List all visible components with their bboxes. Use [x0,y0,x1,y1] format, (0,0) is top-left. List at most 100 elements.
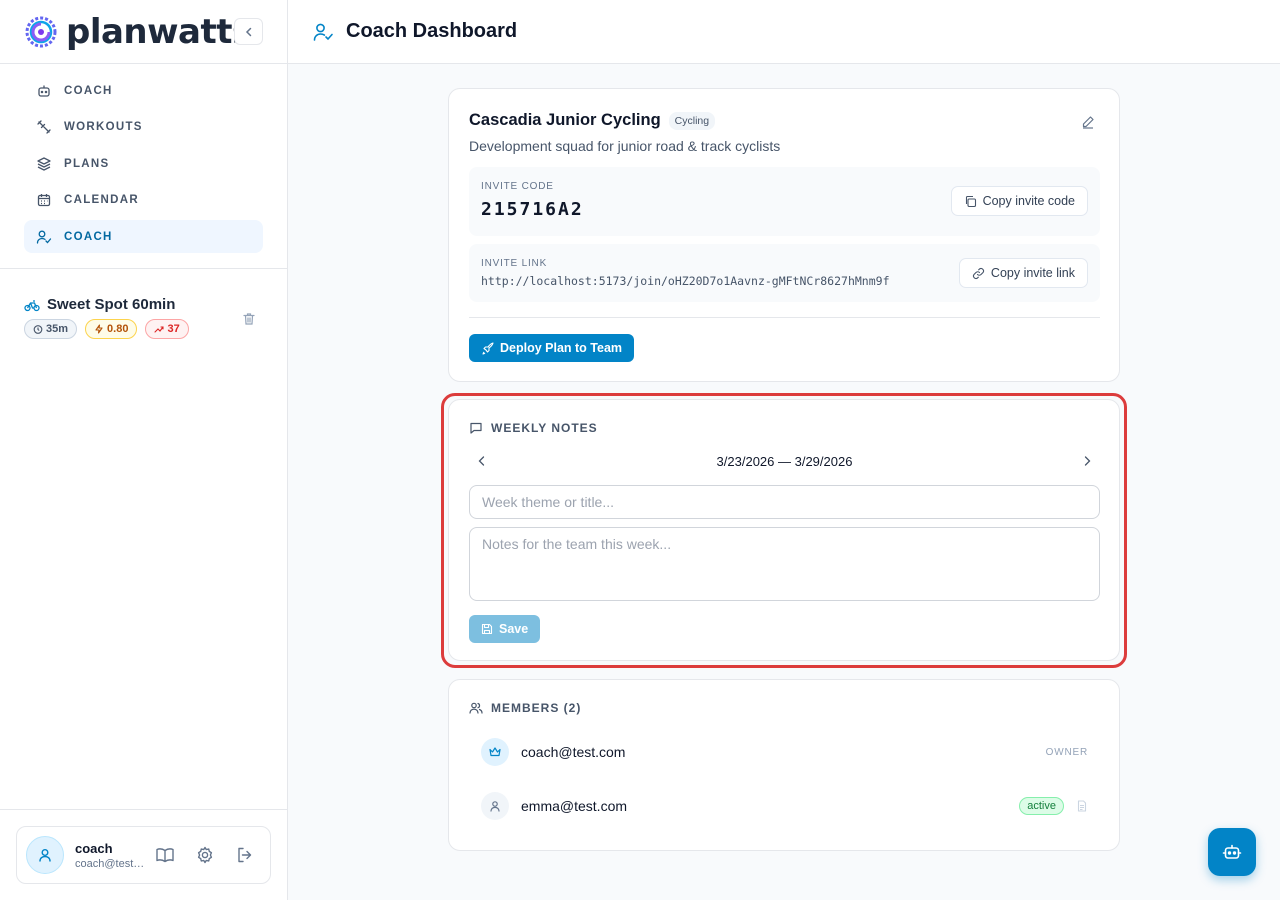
tss-badge: 37 [145,319,189,339]
invite-code: 215716A2 [481,199,584,220]
user-email: coach@test.com [75,857,147,870]
planwatts-logo-icon[interactable] [24,15,58,49]
user-check-icon [312,21,334,43]
sidebar-item-coach-bot[interactable]: COACH [24,74,263,107]
sidebar-item-coach[interactable]: COACH [24,220,263,253]
user-panel: coach coach@test.com [16,826,271,884]
user-check-icon [36,229,52,245]
workout-item[interactable]: Sweet Spot 60min 35m 0.80 37 [24,296,264,339]
edit-icon[interactable] [1081,115,1095,129]
sidebar-item-label: COACH [64,84,113,97]
book-open-icon[interactable] [155,845,175,865]
sidebar-item-calendar[interactable]: CALENDAR [24,184,263,217]
team-divider [469,317,1100,318]
sidebar-item-workouts[interactable]: WORKOUTS [24,111,263,144]
team-header: Cascadia Junior Cycling Cycling [469,111,716,130]
sidebar-item-label: CALENDAR [64,194,139,206]
team-description: Development squad for junior road & trac… [469,138,781,154]
member-meta: active [1019,797,1088,815]
team-notes-textarea[interactable] [469,527,1100,601]
crown-icon [488,745,502,759]
copy-invite-link-button[interactable]: Copy invite link [958,258,1088,288]
brand-name: planwatts [66,11,252,52]
settings-icon[interactable] [195,845,215,865]
member-row[interactable]: emma@test.com active [481,791,1088,821]
member-avatar [481,792,509,820]
intensity-value: 0.80 [107,323,129,335]
link-icon [972,267,985,280]
status-badge: active [1019,797,1064,815]
sidebar-item-label: WORKOUTS [64,121,143,133]
bike-icon [24,297,40,313]
sport-tag: Cycling [668,111,716,130]
owner-label: OWNER [1045,746,1088,758]
next-week-chevron-right-icon[interactable] [1080,454,1094,468]
member-meta: OWNER [1046,747,1088,758]
sidebar-footer-divider [0,809,288,810]
timer-icon [33,324,43,334]
week-theme-input[interactable] [469,485,1100,519]
member-avatar [481,738,509,766]
brand: planwatts [0,0,287,64]
sidebar-nav: COACH WORKOUTS PLANS CALENDAR COACH [0,64,287,269]
team-card: Cascadia Junior Cycling Cycling Developm… [448,88,1120,382]
save-icon [481,623,493,635]
collapse-sidebar-button[interactable] [234,18,263,45]
copy-invite-code-button[interactable]: Copy invite code [950,186,1088,216]
sidebar-item-plans[interactable]: PLANS [24,147,263,180]
deploy-plan-label: Deploy Plan to Team [500,341,623,355]
page-header: Coach Dashboard [288,0,1280,64]
tss-value: 37 [167,323,180,335]
member-row[interactable]: coach@test.com OWNER [481,737,1088,767]
invite-link-label: INVITE LINK [481,258,548,269]
dumbbell-icon [36,119,52,135]
weekly-notes-heading: WEEKLY NOTES [469,421,598,435]
week-range: 3/23/2026 — 3/29/2026 [716,453,853,469]
weekly-notes-card: WEEKLY NOTES 3/23/2026 — 3/29/2026 Save [448,399,1120,661]
duration-value: 35m [46,323,69,335]
deploy-plan-button[interactable]: Deploy Plan to Team [469,334,635,362]
trending-up-icon [154,324,165,334]
layers-icon [36,156,52,172]
weekly-notes-title: WEEKLY NOTES [491,421,598,435]
trash-icon[interactable] [242,312,256,326]
user-name: coach [75,840,113,856]
users-icon [469,701,483,715]
message-square-icon [469,421,483,435]
user-info: coach coach@test.com [75,841,147,870]
team-name: Cascadia Junior Cycling [469,111,661,129]
copy-invite-code-label: Copy invite code [982,194,1075,208]
file-text-icon[interactable] [1076,800,1088,812]
members-title: MEMBERS (2) [491,701,582,715]
invite-code-label: INVITE CODE [481,181,554,192]
previous-week-chevron-left-icon[interactable] [475,454,489,468]
avatar[interactable] [26,836,64,874]
member-email: coach@test.com [521,744,626,760]
sidebar-item-label: PLANS [64,157,110,170]
ai-assistant-button[interactable] [1208,828,1256,876]
logout-icon[interactable] [235,845,255,865]
sidebar-item-label: COACH [64,230,113,243]
bot-icon [36,83,52,99]
copy-invite-link-label: Copy invite link [990,266,1075,280]
user-icon [37,847,53,863]
invite-code-box: INVITE CODE 215716A2 Copy invite code [469,167,1100,236]
intensity-badge: 0.80 [85,319,138,339]
duration-badge: 35m [24,319,78,339]
user-icon [488,799,502,813]
zap-icon [94,324,104,334]
copy-icon [964,195,977,208]
sidebar: planwatts COACH WORKOUTS PLANS CALENDAR … [0,0,288,900]
workout-badges: 35m 0.80 37 [24,319,264,339]
member-email: emma@test.com [521,798,628,814]
invite-link-box: INVITE LINK http://localhost:5173/join/o… [469,244,1100,302]
workout-title-row: Sweet Spot 60min [24,296,264,313]
members-heading: MEMBERS (2) [469,701,581,715]
workout-title: Sweet Spot 60min [47,296,176,313]
user-actions [155,845,255,865]
save-notes-button[interactable]: Save [469,615,541,643]
calendar-icon [36,192,52,208]
chevron-left-icon [243,26,255,38]
save-label: Save [499,622,529,636]
rocket-icon [481,341,494,355]
